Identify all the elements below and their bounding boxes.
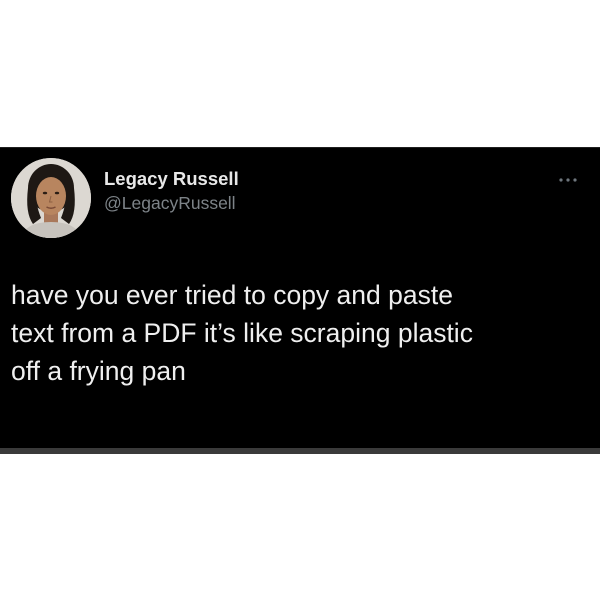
avatar-image <box>11 158 91 238</box>
author-display-name[interactable]: Legacy Russell <box>104 167 239 191</box>
tweet-card: Legacy Russell @LegacyRussell have you e… <box>0 147 600 454</box>
tweet-text: have you ever tried to copy and paste te… <box>11 280 473 386</box>
author-handle[interactable]: @LegacyRussell <box>104 191 239 215</box>
avatar[interactable] <box>11 158 91 238</box>
more-horizontal-icon <box>559 178 577 182</box>
more-options-button[interactable] <box>556 173 580 185</box>
tweet-author: Legacy Russell @LegacyRussell <box>104 167 239 215</box>
screenshot-page: Legacy Russell @LegacyRussell have you e… <box>0 0 600 600</box>
